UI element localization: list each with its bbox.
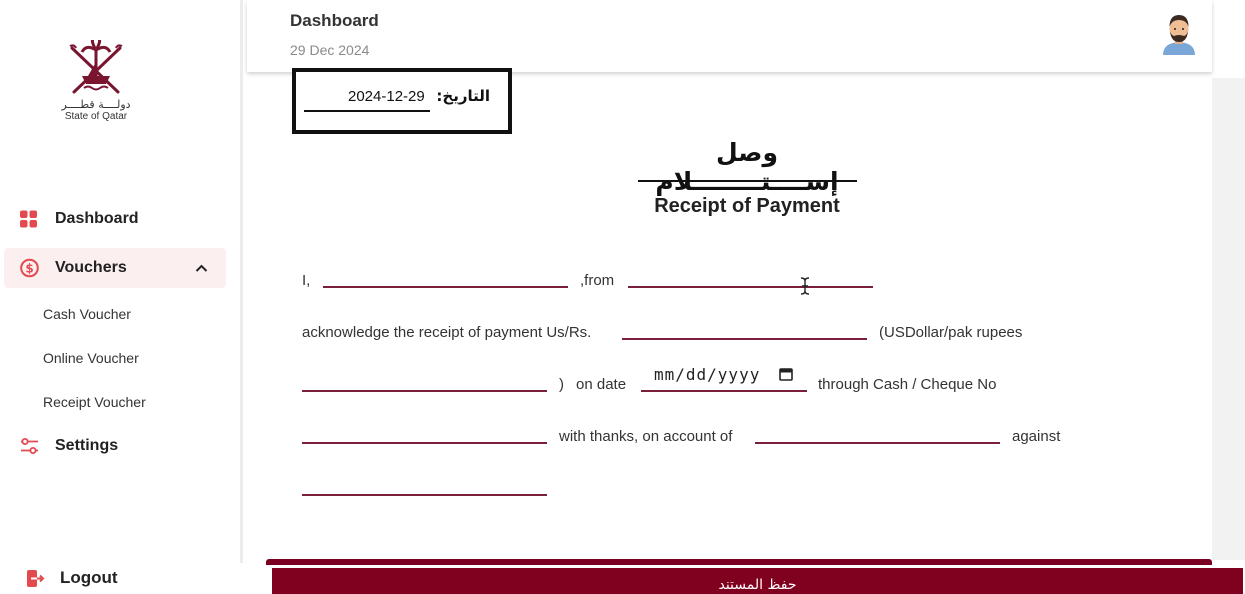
sliders-icon — [20, 438, 39, 455]
date-value: 2024-12-29 — [348, 88, 425, 105]
text-cursor-icon — [799, 277, 811, 300]
dollar-circle-icon: $ — [20, 258, 39, 278]
top-header: Dashboard 29 Dec 2024 — [247, 0, 1212, 72]
text-with-thanks: with thanks, on account of — [559, 428, 733, 445]
page-right-margin — [1212, 78, 1245, 560]
logout-button[interactable]: Logout — [0, 563, 246, 594]
qatar-emblem-icon — [69, 40, 123, 94]
sidebar-subitem-online-voucher[interactable]: Online Voucher — [43, 350, 139, 366]
payment-date-input[interactable]: mm/dd/yyyy — [641, 362, 807, 392]
sidebar: دولــــة قطــــر State of Qatar Dashboar… — [0, 0, 240, 594]
logo: دولــــة قطــــر State of Qatar — [58, 40, 134, 123]
amount-field[interactable] — [622, 318, 867, 340]
sidebar-item-label: Dashboard — [55, 210, 139, 227]
logo-arabic-text: دولــــة قطــــر — [61, 98, 131, 111]
sidebar-item-dashboard[interactable]: Dashboard — [4, 199, 226, 239]
title-underline — [638, 180, 857, 182]
svg-text:$: $ — [25, 262, 33, 276]
sidebar-item-vouchers[interactable]: $ Vouchers — [4, 248, 226, 288]
sidebar-subitem-receipt-voucher[interactable]: Receipt Voucher — [43, 394, 146, 410]
calendar-icon[interactable] — [779, 367, 793, 386]
receipt-date-box: التاريخ: 2024-12-29 — [292, 68, 512, 134]
text-against: against — [1012, 428, 1061, 445]
sidebar-divider — [240, 0, 243, 565]
against-field[interactable] — [302, 474, 547, 496]
receipt-title-english: Receipt of Payment — [654, 195, 840, 217]
receipt-title-arabic: وصل إســــتــــــــلام — [655, 138, 839, 196]
header-date: 29 Dec 2024 — [290, 42, 370, 58]
text-through: through Cash / Cheque No — [818, 376, 997, 393]
chevron-up-icon[interactable] — [195, 259, 208, 277]
text-acknowledge: acknowledge the receipt of payment Us/Rs… — [302, 324, 592, 341]
name-field[interactable] — [323, 266, 568, 288]
from-field[interactable] — [628, 266, 873, 288]
save-document-button[interactable]: حفظ المستند — [272, 568, 1243, 594]
logout-icon — [26, 569, 45, 593]
logout-label: Logout — [60, 568, 118, 587]
sidebar-subitem-cash-voucher[interactable]: Cash Voucher — [43, 306, 131, 322]
text-from: ,from — [580, 272, 615, 289]
date-placeholder: mm/dd/yyyy — [654, 365, 761, 384]
text-on-date: on date — [576, 376, 627, 393]
avatar[interactable] — [1161, 13, 1197, 55]
logo-english-text: State of Qatar — [64, 111, 128, 122]
date-label: التاريخ: — [436, 87, 490, 105]
sidebar-item-label: Vouchers — [55, 259, 127, 276]
grid-icon — [20, 210, 37, 228]
sidebar-item-label: Settings — [55, 437, 119, 454]
page-title: Dashboard — [290, 11, 379, 30]
text-currency: (USDollar/pak rupees — [879, 324, 1023, 341]
text-i: I, — [302, 272, 311, 289]
date-underline — [304, 110, 430, 112]
amount-words-field[interactable] — [302, 370, 547, 392]
sidebar-item-settings[interactable]: Settings — [4, 426, 226, 466]
account-of-field[interactable] — [755, 422, 1000, 444]
save-button-top-edge — [266, 559, 1212, 565]
text-paren-close: ) — [559, 376, 564, 393]
cheque-no-field[interactable] — [302, 422, 547, 444]
